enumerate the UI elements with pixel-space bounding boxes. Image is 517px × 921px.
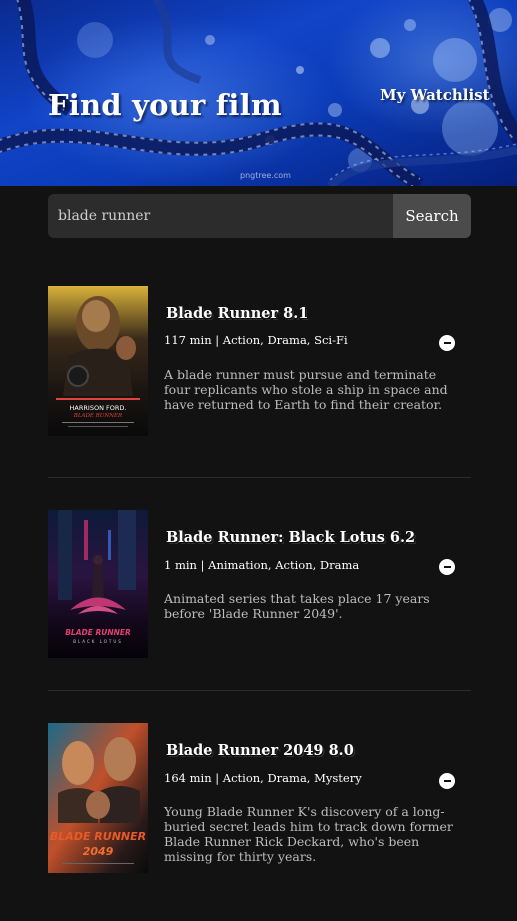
- page-title: Find your film: [48, 88, 282, 122]
- search-button[interactable]: Search: [393, 194, 471, 238]
- film-poster: BLADE RUNNER BLACK LOTUS: [48, 510, 148, 658]
- film-title: Blade Runner 2049 8.0: [166, 742, 354, 759]
- film-card: BLADE RUNNER 2049 Blade Runner 2049 8.0 …: [48, 723, 471, 873]
- poster-logo-text: BLADE RUNNER: [65, 628, 131, 637]
- film-plot: A blade runner must pursue and terminate…: [164, 367, 448, 412]
- divider: [48, 477, 471, 478]
- film-meta: 1 min | Animation, Action, Drama: [164, 558, 360, 572]
- search-bar: Search: [48, 194, 471, 238]
- film-meta: 117 min | Action, Drama, Sci-Fi: [164, 333, 348, 347]
- poster-subtitle-text: BLACK LOTUS: [73, 639, 123, 644]
- film-card: HARRISON FORD. BLADE RUNNER Blade Runner…: [48, 286, 471, 436]
- remove-from-watchlist-button[interactable]: [439, 559, 455, 575]
- remove-from-watchlist-button[interactable]: [439, 335, 455, 351]
- film-plot: Animated series that takes place 17 year…: [164, 591, 430, 621]
- header-banner: pngtree.com Find your film My Watchlist: [0, 0, 517, 186]
- film-title: Blade Runner: Black Lotus 6.2: [166, 529, 416, 546]
- poster-actor-text: HARRISON FORD.: [70, 404, 127, 412]
- poster-logo-text: BLADE RUNNER: [50, 830, 146, 843]
- minus-icon: [443, 566, 451, 568]
- poster-logo-text: BLADE RUNNER: [73, 413, 122, 419]
- remove-from-watchlist-button[interactable]: [439, 773, 455, 789]
- my-watchlist-link[interactable]: My Watchlist: [380, 86, 490, 104]
- svg-text:pngtree.com: pngtree.com: [240, 171, 291, 180]
- search-input[interactable]: [48, 194, 393, 238]
- divider: [48, 690, 471, 691]
- film-title: Blade Runner 8.1: [166, 305, 309, 322]
- film-plot: Young Blade Runner K's discovery of a lo…: [164, 804, 453, 864]
- minus-icon: [443, 342, 451, 344]
- minus-icon: [443, 780, 451, 782]
- film-card: BLADE RUNNER BLACK LOTUS Blade Runner: B…: [48, 510, 471, 658]
- film-meta: 164 min | Action, Drama, Mystery: [164, 771, 362, 785]
- poster-year-text: 2049: [83, 845, 114, 858]
- film-poster: BLADE RUNNER 2049: [48, 723, 148, 873]
- film-poster: HARRISON FORD. BLADE RUNNER: [48, 286, 148, 436]
